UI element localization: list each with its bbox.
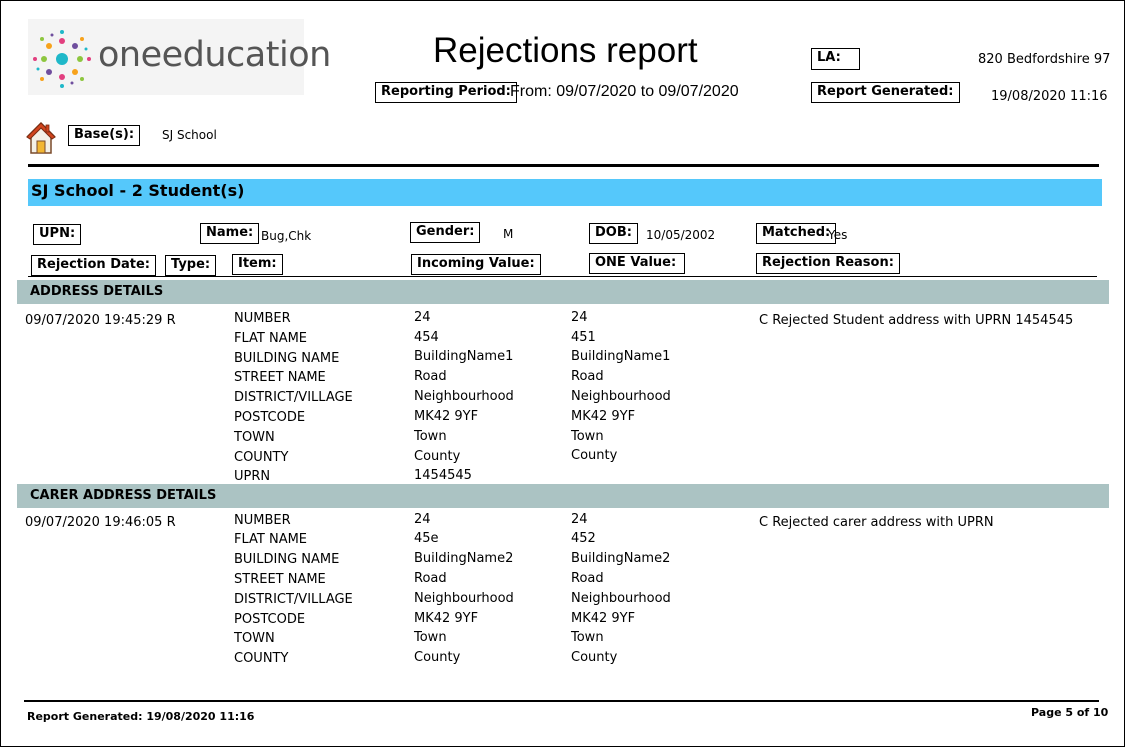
incoming-cell: MK42 9YF [414, 409, 479, 424]
rejection-reason-value: C Rejected carer address with UPRN [759, 515, 994, 530]
logo: oneeducation [28, 19, 331, 95]
rejection-date-value: 09/07/2020 19:46:05 R [25, 515, 176, 530]
one-cell: Road [571, 369, 604, 384]
incoming-cell: County [414, 449, 461, 464]
reporting-period-label: Reporting Period: [375, 82, 517, 103]
item-cell: BUILDING NAME [234, 552, 340, 567]
school-bar: SJ School - 2 Student(s) [28, 179, 1102, 206]
one-cell: County [571, 650, 618, 665]
bases-label: Base(s): [68, 125, 141, 146]
item-cell: POSTCODE [234, 612, 306, 627]
incoming-cell: 454 [414, 330, 439, 345]
incoming-cell: Neighbourhood [414, 591, 514, 606]
one-cell: 451 [571, 330, 596, 345]
one-cell: 24 [571, 310, 588, 325]
reporting-period-value: From: 09/07/2020 to 09/07/2020 [510, 83, 739, 100]
name-label: Name: [200, 223, 260, 244]
rejection-date-label: Rejection Date: [31, 255, 156, 276]
one-value-label: ONE Value: [589, 253, 685, 274]
report-page: oneeducation Rejections report LA: 820 B… [0, 0, 1125, 747]
section-header-address: ADDRESS DETAILS [17, 280, 1109, 304]
matched-label: Matched: [756, 223, 837, 244]
item-cell: TOWN [234, 430, 275, 445]
one-cell: Neighbourhood [571, 389, 671, 404]
incoming-cell: Road [414, 571, 447, 586]
item-cell: DISTRICT/VILLAGE [234, 592, 353, 607]
incoming-cell: Road [414, 369, 447, 384]
rejection-reason-label: Rejection Reason: [756, 253, 900, 274]
item-cell: COUNTY [234, 450, 289, 465]
item-cell: STREET NAME [234, 572, 326, 587]
incoming-cell: Town [414, 429, 447, 444]
incoming-cell: 24 [414, 512, 431, 527]
section-title: CARER ADDRESS DETAILS [30, 488, 217, 503]
student-divider [28, 276, 1097, 277]
one-cell: BuildingName1 [571, 349, 671, 364]
gender-value: M [503, 227, 514, 241]
header-divider [28, 164, 1099, 167]
matched-value: Yes [828, 228, 848, 242]
logo-text: oneeducation [98, 35, 331, 75]
one-cell: Town [571, 630, 604, 645]
item-cell: FLAT NAME [234, 532, 308, 547]
rejection-date-value: 09/07/2020 19:45:29 R [25, 313, 176, 328]
report-generated-label: Report Generated: [811, 82, 960, 103]
report-generated-value: 19/08/2020 11:16 [991, 89, 1108, 104]
incoming-cell: County [414, 650, 461, 665]
la-label: LA: [811, 48, 860, 70]
item-cell: UPRN [234, 469, 271, 484]
item-cell: BUILDING NAME [234, 351, 340, 366]
incoming-cell: MK42 9YF [414, 611, 479, 626]
section-title: ADDRESS DETAILS [30, 284, 164, 299]
one-cell: Road [571, 571, 604, 586]
dob-value: 10/05/2002 [646, 228, 716, 242]
item-cell: STREET NAME [234, 370, 326, 385]
incoming-cell: BuildingName2 [414, 551, 514, 566]
incoming-cell: Town [414, 630, 447, 645]
incoming-cell: 1454545 [414, 468, 472, 483]
report-title: Rejections report [433, 31, 698, 70]
item-cell: FLAT NAME [234, 331, 308, 346]
incoming-cell: Neighbourhood [414, 389, 514, 404]
name-value: Bug,Chk [261, 229, 312, 243]
item-cell: TOWN [234, 631, 275, 646]
logo-dots-icon [33, 30, 91, 88]
footer-generated: Report Generated: 19/08/2020 11:16 [27, 710, 255, 723]
one-cell: 452 [571, 531, 596, 546]
school-bar-title: SJ School - 2 Student(s) [31, 181, 245, 200]
item-cell: POSTCODE [234, 410, 306, 425]
la-value: 820 Bedfordshire 97 [978, 52, 1111, 67]
one-cell: County [571, 448, 618, 463]
one-cell: BuildingName2 [571, 551, 671, 566]
one-cell: Neighbourhood [571, 591, 671, 606]
item-cell: DISTRICT/VILLAGE [234, 390, 353, 405]
item-label: Item: [232, 254, 283, 275]
section-header-carer-address: CARER ADDRESS DETAILS [17, 484, 1109, 508]
incoming-value-label: Incoming Value: [411, 254, 541, 275]
incoming-cell: BuildingName1 [414, 349, 514, 364]
footer-divider [24, 700, 1099, 702]
gender-label: Gender: [410, 222, 481, 243]
type-label: Type: [165, 255, 217, 276]
incoming-cell: 45e [414, 531, 439, 546]
rejection-reason-value: C Rejected Student address with UPRN 145… [759, 313, 1074, 328]
one-cell: Town [571, 429, 604, 444]
one-cell: MK42 9YF [571, 409, 636, 424]
item-cell: NUMBER [234, 513, 291, 528]
upn-label: UPN: [33, 224, 82, 245]
footer-page-number: Page 5 of 10 [1031, 706, 1109, 719]
item-cell: NUMBER [234, 311, 291, 326]
home-icon[interactable] [26, 121, 56, 155]
item-cell: COUNTY [234, 651, 289, 666]
bases-value: SJ School [162, 128, 217, 142]
incoming-cell: 24 [414, 310, 431, 325]
dob-label: DOB: [589, 223, 638, 244]
one-cell: MK42 9YF [571, 611, 636, 626]
one-cell: 24 [571, 512, 588, 527]
